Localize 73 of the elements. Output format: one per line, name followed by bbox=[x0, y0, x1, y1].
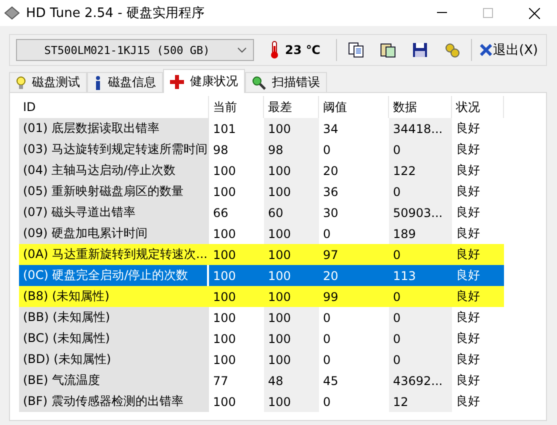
table-cell: (05) 重新映射磁盘扇区的数量 bbox=[19, 181, 209, 202]
tab[interactable]: 扫描错误 bbox=[245, 72, 327, 92]
table-cell: 98 bbox=[264, 139, 319, 160]
table-cell: 48 bbox=[264, 370, 319, 391]
table-cell: 50903... bbox=[389, 202, 452, 223]
tab[interactable]: 磁盘测试 bbox=[9, 72, 87, 92]
close-icon bbox=[528, 8, 540, 18]
table-cell: (09) 硬盘加电累计时间 bbox=[19, 223, 209, 244]
thermometer-icon bbox=[270, 41, 279, 59]
documents-icon bbox=[380, 42, 396, 58]
close-icon bbox=[480, 44, 492, 56]
table-cell: 189 bbox=[389, 223, 452, 244]
table-cell: 良好 bbox=[452, 244, 504, 265]
table-cell: (03) 马达旋转到规定转速所需时间 bbox=[19, 139, 209, 160]
tab[interactable]: 磁盘信息 bbox=[87, 72, 163, 92]
table-cell: 100 bbox=[264, 391, 319, 412]
table-cell: 122 bbox=[389, 160, 452, 181]
table-cell: 99 bbox=[319, 286, 389, 307]
table-cell: 0 bbox=[389, 244, 452, 265]
table-cell: (B8) (未知属性) bbox=[19, 286, 209, 307]
table-cell: (BD) (未知属性) bbox=[19, 349, 209, 370]
table-cell: 100 bbox=[209, 286, 264, 307]
table-cell: (0A) 马达重新旋转到规定转速次... bbox=[19, 244, 209, 265]
temperature-reading: 23 ℃ bbox=[285, 43, 320, 57]
table-cell: 0 bbox=[389, 349, 452, 370]
copy-icon bbox=[348, 42, 364, 58]
table-cell: 12 bbox=[389, 391, 452, 412]
table-cell: 0 bbox=[389, 139, 452, 160]
window-title: HD Tune 2.54 - 硬盘实用程序 bbox=[26, 5, 206, 22]
table-cell: (01) 底层数据读取出错率 bbox=[19, 118, 209, 139]
tab[interactable]: 健康状况 bbox=[163, 69, 245, 93]
table-cell: (BB) (未知属性) bbox=[19, 307, 209, 328]
table-cell: 100 bbox=[209, 244, 264, 265]
table-cell: 100 bbox=[264, 118, 319, 139]
table-cell: 0 bbox=[389, 307, 452, 328]
table-cell: 100 bbox=[264, 223, 319, 244]
table-cell: 良好 bbox=[452, 286, 504, 307]
chevron-icon bbox=[237, 47, 247, 53]
table-cell: (07) 磁头寻道出错率 bbox=[19, 202, 209, 223]
gears-icon bbox=[444, 42, 460, 58]
table-cell: 100 bbox=[264, 244, 319, 265]
table-cell: 100 bbox=[209, 265, 264, 286]
lightbulb-icon bbox=[16, 76, 26, 90]
table-cell: (BE) 气流温度 bbox=[19, 370, 209, 391]
drive-dropdown[interactable]: ST500LM021-1KJ15 (500 GB) bbox=[16, 39, 254, 61]
table-cell: 34418... bbox=[389, 118, 452, 139]
table-cell: (BF) 震动传感器检测的出错率 bbox=[19, 391, 209, 412]
table-cell: 0 bbox=[389, 328, 452, 349]
app-icon bbox=[4, 6, 20, 20]
maximize-icon bbox=[483, 8, 493, 18]
table-cell: 20 bbox=[319, 265, 389, 286]
table-cell: 良好 bbox=[452, 265, 504, 286]
table-cell: (BC) (未知属性) bbox=[19, 328, 209, 349]
table-cell: 100 bbox=[264, 181, 319, 202]
info-icon bbox=[94, 76, 102, 90]
cross-icon bbox=[170, 74, 184, 88]
table-cell: 100 bbox=[264, 160, 319, 181]
table-cell: 60 bbox=[264, 202, 319, 223]
table-cell: 0 bbox=[389, 181, 452, 202]
table-cell: 100 bbox=[264, 307, 319, 328]
table-cell: 100 bbox=[264, 286, 319, 307]
table-cell: (0C) 硬盘完全启动/停止的次数 bbox=[19, 265, 209, 286]
table-cell: (04) 主轴马达启动/停止次数 bbox=[19, 160, 209, 181]
table-cell: 100 bbox=[264, 328, 319, 349]
table-cell: 100 bbox=[264, 265, 319, 286]
magnifier-icon bbox=[252, 76, 266, 90]
table-cell: 43692... bbox=[389, 370, 452, 391]
minimize-icon bbox=[437, 12, 447, 14]
exit-button[interactable]: 退出(X) bbox=[478, 41, 540, 59]
table-cell: 0 bbox=[389, 286, 452, 307]
table-cell: 97 bbox=[319, 244, 389, 265]
table-cell: 100 bbox=[264, 349, 319, 370]
table-cell: 113 bbox=[389, 265, 452, 286]
